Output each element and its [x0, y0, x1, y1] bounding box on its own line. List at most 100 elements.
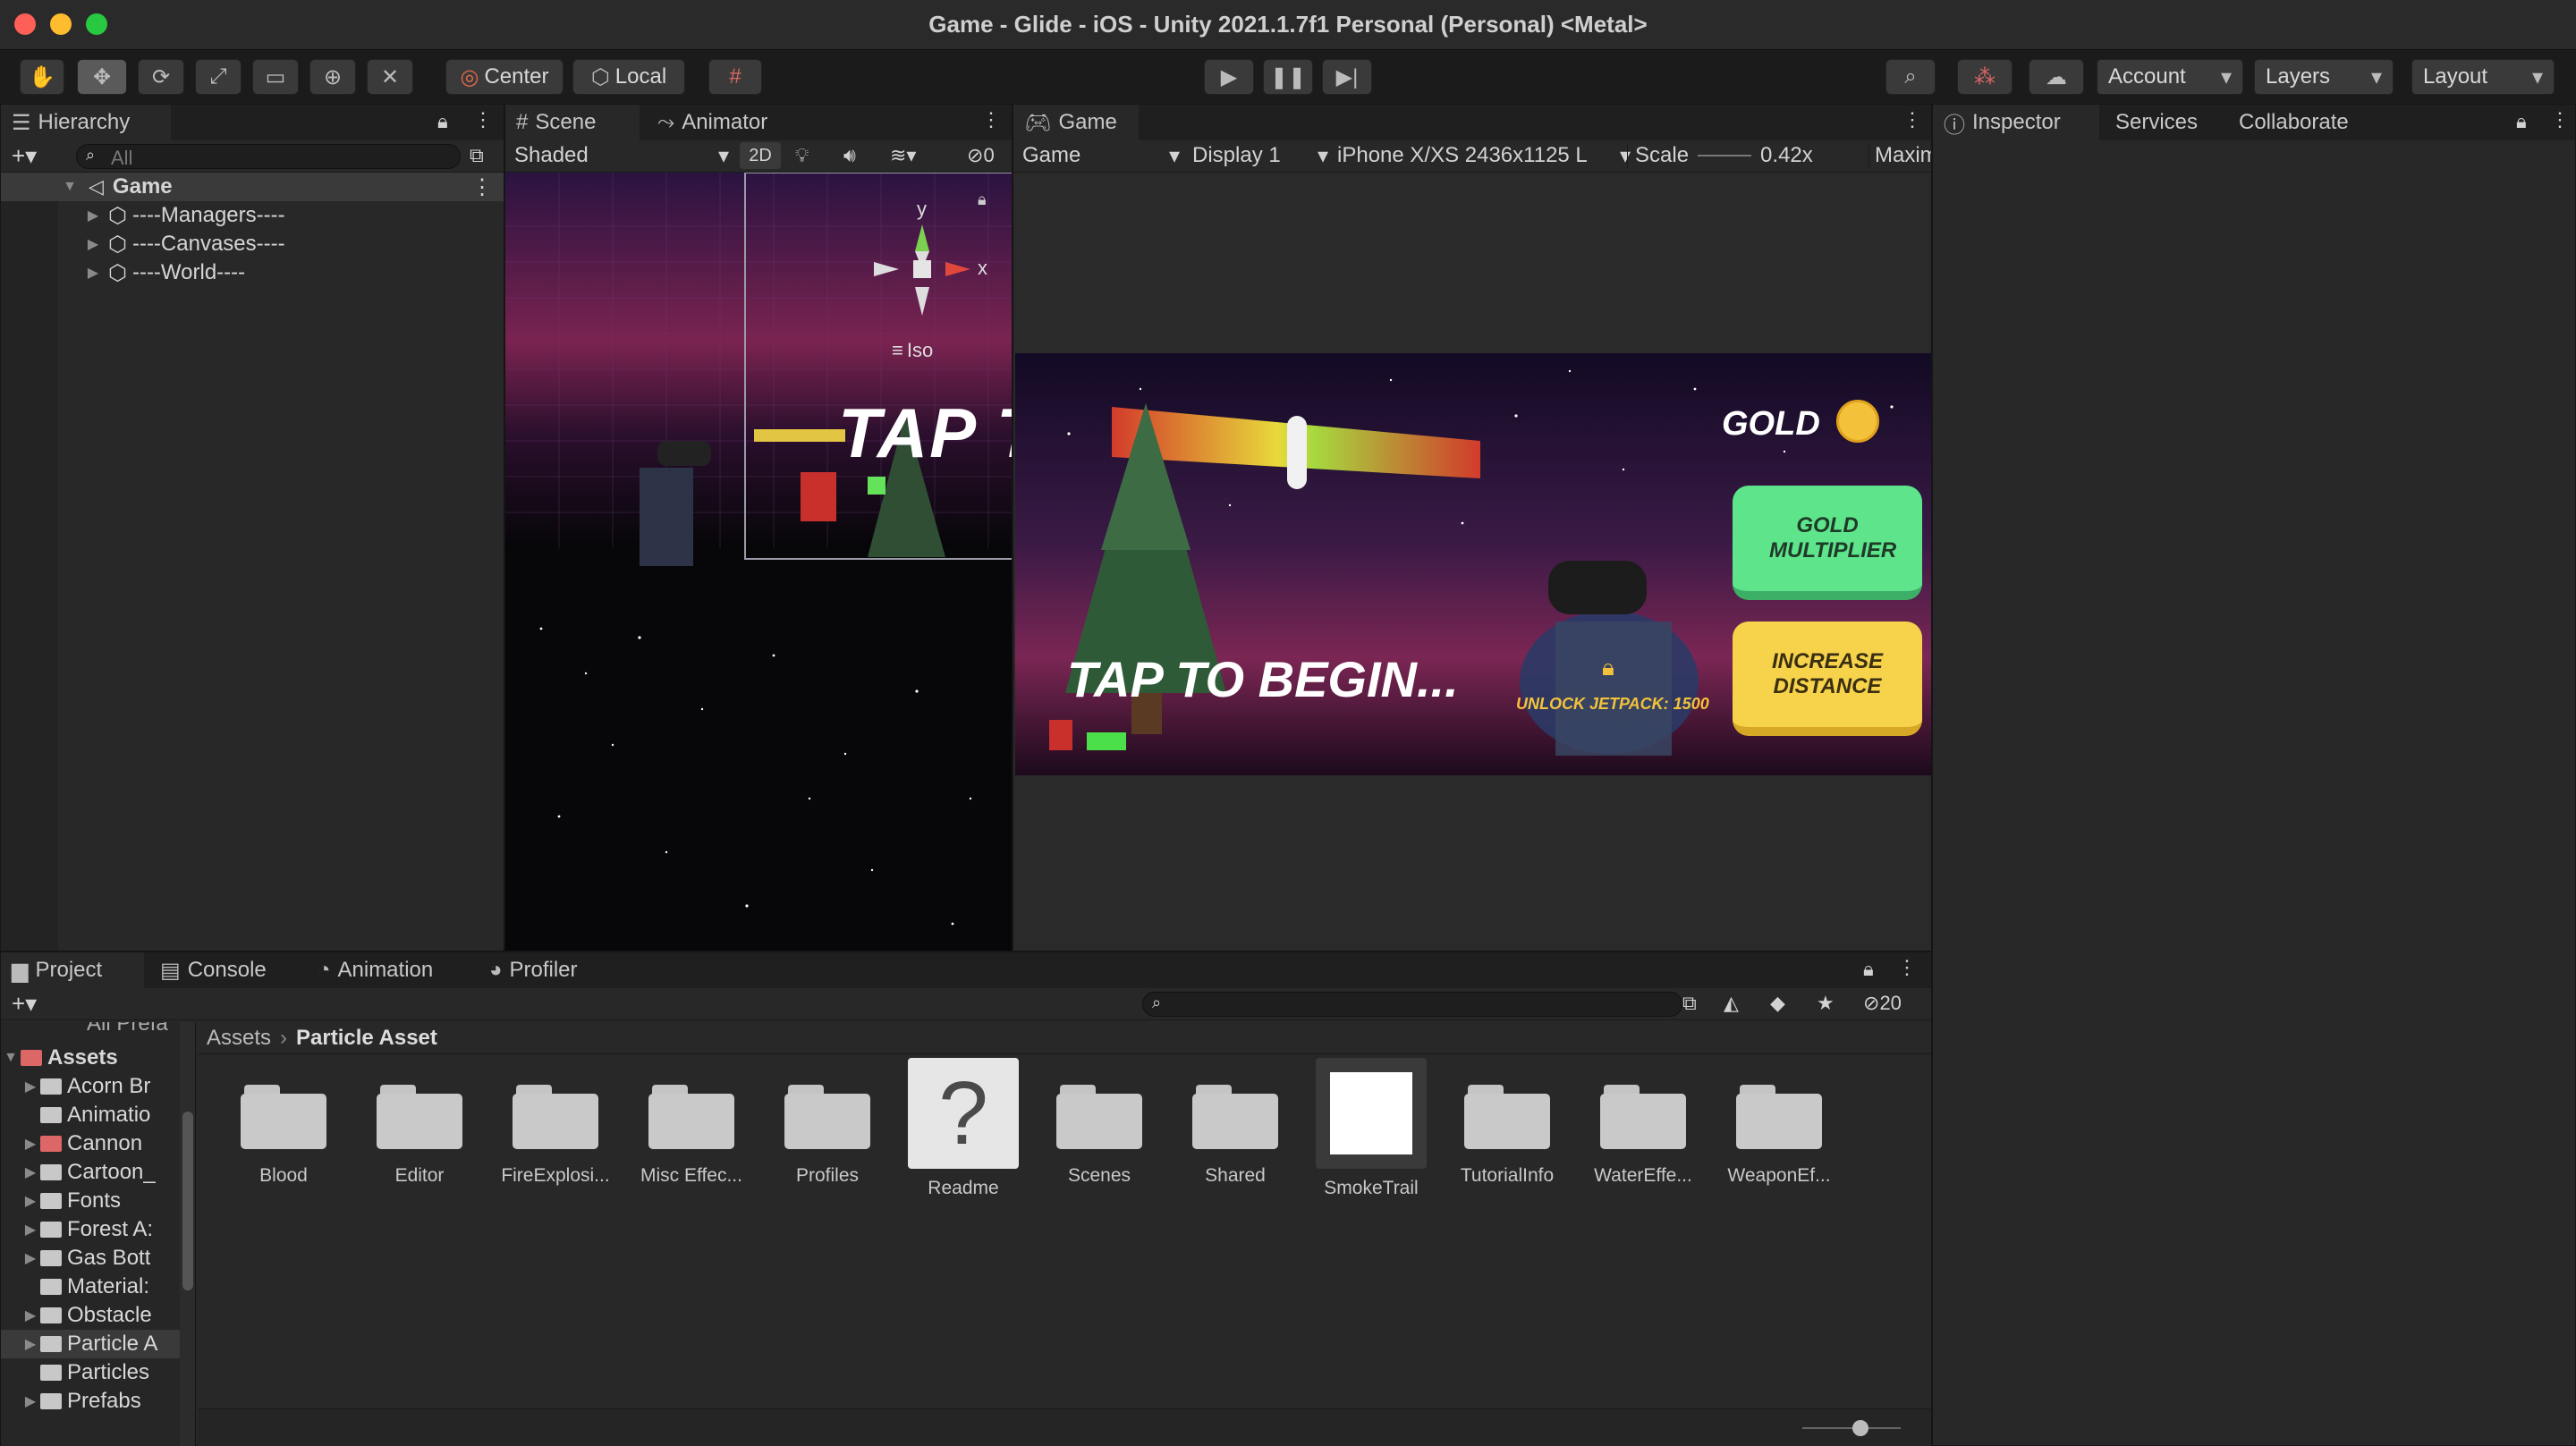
breadcrumb-root[interactable]: Assets [207, 1026, 271, 1051]
expand-arrow-icon[interactable]: ▶ [83, 264, 103, 282]
account-dropdown[interactable]: Account ▾ [2097, 59, 2243, 95]
icon-size-slider-thumb[interactable] [1852, 1420, 1868, 1436]
lock-icon[interactable]: 🔒︎ [2516, 110, 2527, 133]
expand-arrow-icon[interactable]: ▶ [21, 1221, 40, 1239]
hidden-objects-toggle[interactable]: ⊘ 0 [967, 144, 995, 167]
hierarchy-search-field[interactable]: ⌕ All [76, 144, 461, 169]
tree-item[interactable]: Material: [21, 1273, 149, 1301]
asset-folder[interactable]: Scenes [1037, 1081, 1162, 1187]
tab-collaborate[interactable]: Collaborate [2228, 105, 2407, 140]
mode-2d-toggle[interactable]: 2D [740, 142, 781, 169]
gold-multiplier-button[interactable]: GOLD MULTIPLIER [1733, 486, 1922, 600]
layers-dropdown[interactable]: Layers ▾ [2254, 59, 2394, 95]
shading-mode-dropdown[interactable]: Shaded ▾ [514, 143, 729, 170]
grid-snap-button[interactable]: # [708, 59, 762, 95]
breadcrumb-current[interactable]: Particle Asset [296, 1026, 437, 1051]
tab-animation[interactable]: ◔ Animation [307, 952, 486, 988]
expand-arrow-icon[interactable]: ▶ [21, 1335, 40, 1353]
projection-toggle[interactable]: ≡ Iso [892, 339, 933, 362]
tree-item[interactable]: ▶ Fonts [21, 1187, 121, 1215]
more-options-icon[interactable]: ⋮ [1897, 956, 1917, 979]
pause-button[interactable]: ❚❚ [1263, 59, 1313, 95]
tab-hierarchy[interactable]: ☰ Hierarchy [1, 105, 171, 140]
search-button[interactable]: ⌕ [1885, 59, 1936, 95]
tree-item[interactable]: ▶ Cartoon_ [21, 1158, 156, 1187]
project-search-field[interactable]: ⌕ [1142, 992, 1682, 1017]
icon-size-slider[interactable] [1802, 1427, 1901, 1429]
scene-menu-icon[interactable]: ⋮ [471, 174, 493, 200]
game-viewport[interactable]: GOLD GOLD MULTIPLIER INCREASE DISTANCE T… [1015, 353, 1931, 775]
tab-console[interactable]: ▤ Console [149, 952, 301, 988]
asset-folder[interactable]: Blood [221, 1081, 346, 1187]
search-scope-icon[interactable]: ⧉ [470, 144, 484, 167]
expand-arrow-icon[interactable]: ▶ [21, 1078, 40, 1095]
unlock-jetpack-label[interactable]: UNLOCK JETPACK: 1500 [1516, 695, 1709, 714]
tree-scrollbar[interactable] [180, 1022, 195, 1446]
tree-item-selected[interactable]: ▶ Particle A [1, 1330, 195, 1358]
layout-dropdown[interactable]: Layout ▾ [2411, 59, 2555, 95]
asset-folder[interactable]: TutorialInfo [1445, 1081, 1570, 1187]
transform-tool-button[interactable]: ⊕ [309, 59, 356, 95]
lock-icon[interactable]: 🔒︎ [1863, 958, 1874, 981]
tab-game[interactable]: 🎮︎ Game [1013, 105, 1139, 140]
asset-folder[interactable]: WeaponEf... [1716, 1081, 1842, 1187]
rotate-tool-button[interactable]: ⟳ [138, 59, 184, 95]
display-dropdown[interactable]: Display 1 ▾ [1192, 143, 1328, 169]
filter-by-type-icon[interactable]: ◭ [1724, 992, 1739, 1015]
hierarchy-item-canvases[interactable]: ▶ ⬡ ----Canvases---- [1, 230, 504, 258]
collab-button[interactable]: ⁂ [1957, 59, 2012, 95]
expand-arrow-icon[interactable]: ▶ [83, 235, 103, 253]
expand-arrow-icon[interactable]: ▶ [21, 1249, 40, 1267]
more-options-icon[interactable]: ⋮ [981, 108, 1001, 131]
asset-folder[interactable]: Shared [1173, 1081, 1298, 1187]
pivot-local-button[interactable]: ⬡ Local [572, 59, 685, 95]
scale-slider[interactable]: Scale 0.42x [1627, 143, 1863, 168]
asset-folder[interactable]: Misc Effec... [629, 1081, 754, 1187]
tab-scene[interactable]: # Scene [505, 105, 640, 140]
expand-arrow-icon[interactable]: ▶ [21, 1306, 40, 1324]
hierarchy-item-managers[interactable]: ▶ ⬡ ----Managers---- [1, 201, 504, 230]
resolution-dropdown[interactable]: iPhone X/XS 2436x1125 L ▾ [1337, 143, 1631, 169]
cloud-button[interactable]: ☁ [2029, 59, 2084, 95]
rect-tool-button[interactable]: ▭ [252, 59, 299, 95]
move-tool-button[interactable]: ✥ [77, 59, 127, 95]
scene-row[interactable]: ▼ ◁ Game ⋮ [1, 173, 504, 201]
custom-tool-button[interactable]: ✕ [367, 59, 413, 95]
create-asset-button[interactable]: +▾ [12, 990, 37, 1018]
asset-folder[interactable]: WaterEffe... [1580, 1081, 1706, 1187]
tab-inspector[interactable]: ⓘ Inspector [1933, 105, 2099, 140]
asset-folder[interactable]: FireExplosi... [493, 1081, 618, 1187]
tab-animator[interactable]: ⤳ Animator [647, 105, 808, 140]
hand-tool-button[interactable]: ✋ [20, 59, 64, 95]
tree-item[interactable]: Particles [21, 1358, 149, 1387]
more-options-icon[interactable]: ⋮ [2550, 108, 2570, 131]
expand-arrow-icon[interactable]: ▼ [1, 1050, 21, 1066]
asset-folder[interactable]: Editor [357, 1081, 482, 1187]
increase-distance-button[interactable]: INCREASE DISTANCE [1733, 622, 1922, 736]
expand-arrow-icon[interactable]: ▶ [21, 1163, 40, 1181]
tree-item[interactable]: ▶ Gas Bott [21, 1244, 151, 1273]
tree-item[interactable]: ▶ Cannon [21, 1129, 142, 1158]
audio-icon[interactable]: 🔊︎ [843, 144, 856, 167]
favorites-star-icon[interactable]: ★ [1817, 992, 1835, 1015]
expand-arrow-icon[interactable]: ▶ [21, 1392, 40, 1410]
tree-scrollbar-thumb[interactable] [182, 1112, 193, 1290]
expand-arrow-icon[interactable]: ▼ [60, 179, 80, 195]
scene-viewport[interactable]: y x 🔒︎ ≡Iso TAP TO [505, 173, 1012, 951]
expand-arrow-icon[interactable]: ▶ [83, 207, 103, 224]
tab-profiler[interactable]: ◕ Profiler [479, 952, 640, 988]
gizmo-lock-icon[interactable]: 🔒︎ [978, 190, 987, 209]
tree-item[interactable]: ▶ Acorn Br [21, 1072, 151, 1101]
pivot-center-button[interactable]: ◎ Center [445, 59, 564, 95]
scale-tool-button[interactable]: ⤢ [195, 59, 242, 95]
tree-item-assets[interactable]: ▼ Assets [1, 1044, 195, 1072]
tree-item[interactable]: ▶ Forest A: [21, 1215, 153, 1244]
lock-icon[interactable]: 🔒︎ [437, 110, 448, 133]
more-options-icon[interactable]: ⋮ [473, 108, 493, 131]
tree-item[interactable]: ▶ Obstacle [21, 1301, 152, 1330]
maximize-toggle[interactable]: Maximize [1868, 143, 1931, 168]
add-button[interactable]: +▾ [12, 142, 37, 170]
more-options-icon[interactable]: ⋮ [1902, 108, 1922, 131]
expand-arrow-icon[interactable]: ▶ [21, 1135, 40, 1153]
tree-item-partial[interactable]: All Prefa [87, 1022, 168, 1038]
